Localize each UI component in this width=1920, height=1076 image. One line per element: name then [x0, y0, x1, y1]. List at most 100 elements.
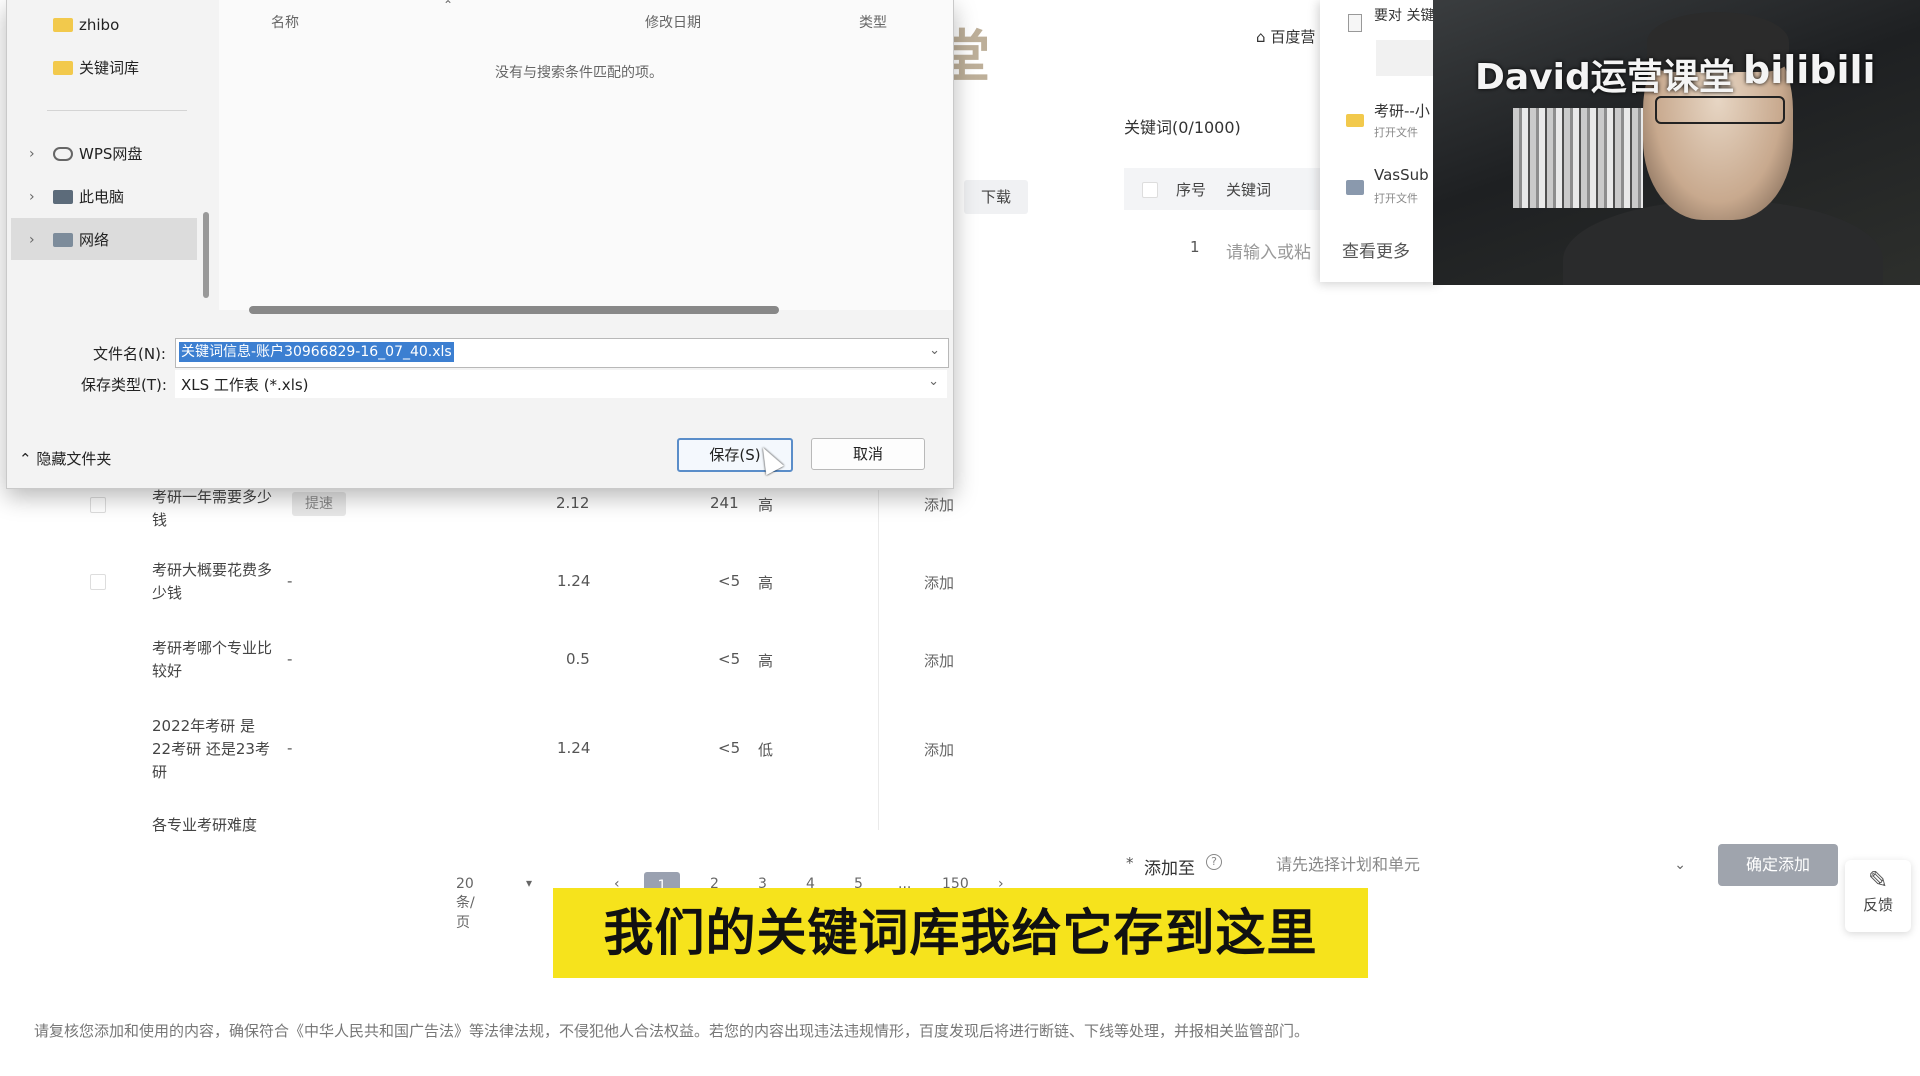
computer-icon: [53, 190, 73, 204]
chevron-down-icon[interactable]: ⌄: [929, 343, 940, 358]
help-icon[interactable]: ?: [1206, 854, 1222, 870]
row-keyword: 考研大概要花费多少钱: [152, 561, 273, 602]
recent-item-sub: 打开文件: [1374, 192, 1418, 205]
chevron-right-icon[interactable]: ›: [29, 146, 35, 162]
presenter-glasses: [1655, 96, 1785, 124]
row-search: <5: [718, 739, 741, 757]
row-keyword: 2022年考研 是22考研 还是23考研: [152, 717, 270, 781]
row-bid: -: [287, 739, 293, 757]
app-icon: [1346, 180, 1364, 195]
nav-item-label: 此电脑: [79, 188, 125, 206]
bilibili-logo: bilibili: [1743, 48, 1876, 92]
chevron-down-icon: ⌄: [928, 374, 939, 389]
row-search: <5: [718, 572, 741, 590]
row-level: 高: [758, 574, 774, 592]
chevron-down-icon[interactable]: ▾: [526, 876, 532, 890]
page-size-select[interactable]: 20条/页: [456, 876, 475, 932]
row-add-link[interactable]: 添加: [924, 572, 954, 593]
row-bid: -: [287, 572, 293, 590]
view-more-link[interactable]: 查看更多: [1342, 237, 1410, 262]
nav-item-this-pc[interactable]: 此电脑: [53, 181, 124, 213]
column-name[interactable]: 名称: [271, 12, 299, 32]
row-level: 高: [758, 652, 774, 670]
col-index: 序号: [1176, 181, 1207, 199]
column-divider: [878, 490, 879, 830]
select-all-checkbox[interactable]: [1142, 182, 1158, 198]
home-icon: ⌂: [1256, 28, 1266, 46]
filetype-select[interactable]: XLS 工作表 (*.xls) ⌄: [175, 370, 947, 398]
sort-up-icon: ⌃: [443, 0, 454, 12]
recent-item-sub: 打开文件: [1374, 126, 1418, 139]
chevron-right-icon[interactable]: ›: [29, 189, 35, 205]
row-checkbox[interactable]: [90, 497, 106, 513]
row-search: 241: [710, 494, 739, 512]
row-level: 高: [758, 496, 774, 514]
breadcrumb-home: 百度营: [1270, 28, 1316, 46]
plan-unit-select[interactable]: 请先选择计划和单元 ⌄: [1276, 848, 1686, 882]
row-competition: 1.24: [557, 739, 591, 757]
add-to-label: 添加至: [1144, 859, 1195, 879]
row-index: 1: [1190, 238, 1200, 256]
channel-name: David运营课堂: [1475, 57, 1735, 98]
row-search: <5: [718, 650, 741, 668]
nav-item-label: WPS网盘: [79, 145, 143, 163]
row-competition: 2.12: [556, 494, 590, 512]
feedback-label: 反馈: [1862, 896, 1893, 914]
nav-item-label: 关键词库: [79, 59, 140, 77]
hide-folders-label: 隐藏文件夹: [36, 450, 112, 468]
row-checkbox[interactable]: [90, 574, 106, 590]
confirm-add-button[interactable]: 确定添加: [1718, 844, 1838, 886]
select-placeholder: 请先选择计划和单元: [1276, 855, 1421, 874]
chevron-down-icon: ⌄: [1674, 857, 1686, 873]
nav-item-network[interactable]: 网络: [53, 224, 109, 256]
row-add-link[interactable]: 添加: [924, 494, 954, 515]
row-competition: 0.5: [566, 650, 590, 668]
save-as-dialog: zhibo 关键词库 › WPS网盘 › 此电脑 › 网络 名称 ⌃ 修改日期 …: [6, 0, 954, 489]
footer-note: 请复核您添加和使用的内容，确保符合《中华人民共和国广告法》等法律法规，不侵犯他人…: [34, 1022, 1310, 1040]
download-button[interactable]: 下载: [964, 180, 1028, 214]
cancel-button[interactable]: 取消: [811, 438, 925, 470]
nav-item-wps-drive[interactable]: WPS网盘: [53, 138, 142, 170]
file-icon: [1348, 14, 1362, 32]
recent-files-popup: 要对 关键 考研--小 打开文件 VasSub 打开文件 查看更多: [1320, 0, 1440, 282]
horizontal-scrollbar[interactable]: [249, 306, 779, 314]
nav-scrollbar[interactable]: [203, 212, 209, 298]
row-keyword: 各专业考研难度: [152, 816, 258, 832]
bookshelf: [1513, 108, 1643, 208]
nav-divider: [47, 110, 187, 111]
row-competition: 1.24: [557, 572, 591, 590]
network-icon: [53, 233, 73, 247]
nav-item-zhibo[interactable]: zhibo: [53, 9, 119, 41]
column-modified[interactable]: 修改日期: [645, 12, 701, 32]
breadcrumb[interactable]: ⌂ 百度营: [1256, 26, 1315, 47]
required-mark: *: [1126, 854, 1134, 872]
nav-item-label: zhibo: [79, 16, 120, 34]
filetype-value: XLS 工作表 (*.xls): [181, 376, 309, 394]
folder-icon: [1346, 114, 1364, 127]
filename-value: 关键词信息-账户30966829-16_07_40.xls: [179, 342, 454, 362]
row-bid: -: [287, 650, 293, 668]
folder-icon: [53, 61, 73, 75]
row-keyword: 考研一年需要多少钱: [152, 488, 273, 529]
folder-icon: [53, 18, 73, 32]
subtitle-caption: 我们的关键词库我给它存到这里: [553, 888, 1368, 978]
webcam-overlay: David运营课堂 bilibili: [1433, 0, 1920, 285]
chevron-up-icon: ⌃: [19, 450, 32, 468]
empty-message: 没有与搜索条件匹配的项。: [495, 65, 663, 81]
row-keyword: 考研考哪个专业比较好: [152, 639, 273, 680]
hide-folders-toggle[interactable]: ⌃ 隐藏文件夹: [19, 448, 111, 469]
nav-item-keyword-library[interactable]: 关键词库: [53, 52, 139, 84]
row-speed-tag[interactable]: 提速: [292, 492, 346, 516]
edit-icon: ✎: [1867, 866, 1889, 894]
file-list-pane: 名称 ⌃ 修改日期 类型 没有与搜索条件匹配的项。: [219, 0, 953, 314]
keyword-input[interactable]: 请输入或粘: [1226, 238, 1311, 263]
row-add-link[interactable]: 添加: [924, 650, 954, 671]
recent-item-highlight: [1376, 40, 1436, 76]
feedback-button[interactable]: ✎ 反馈: [1845, 860, 1911, 932]
row-add-link[interactable]: 添加: [924, 739, 954, 760]
add-to-row: * 添加至 ? 请先选择计划和单元 ⌄ 确定添加: [1126, 844, 1838, 886]
filename-input[interactable]: 关键词信息-账户30966829-16_07_40.xls ⌄: [175, 338, 949, 368]
column-type[interactable]: 类型: [859, 12, 887, 32]
chevron-right-icon[interactable]: ›: [29, 232, 35, 248]
navigation-pane: zhibo 关键词库 › WPS网盘 › 此电脑 › 网络: [7, 0, 209, 300]
